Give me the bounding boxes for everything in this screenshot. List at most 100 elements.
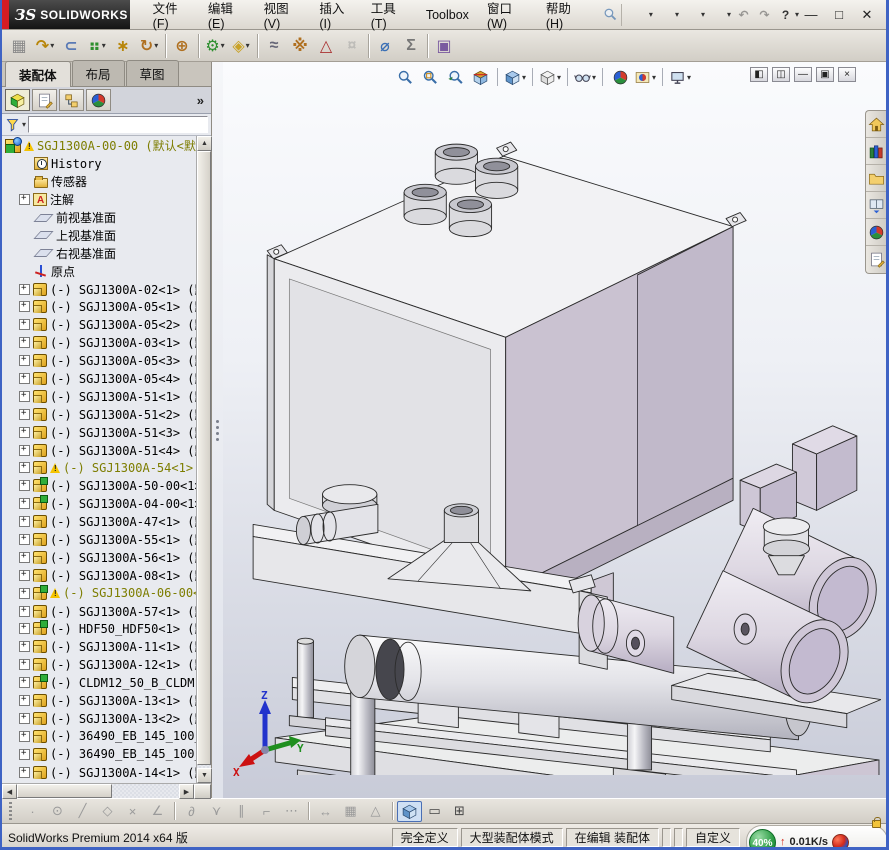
pane-left-button[interactable]: ◧ [750, 67, 768, 82]
filter-funnel-icon[interactable] [5, 117, 20, 132]
mate-button[interactable]: ⊂ [58, 33, 84, 59]
help-button[interactable]: ? ▾ [776, 6, 800, 24]
tree-item[interactable]: (-) SGJ1300A-05<2> (默认 [2, 316, 196, 334]
minimize-window-button[interactable]: — [800, 6, 822, 24]
tree-item[interactable]: (-) SGJ1300A-51<3> (默认 [2, 423, 196, 441]
close-window-button[interactable]: ✕ [856, 6, 878, 24]
linear-component-pattern-button[interactable]: ⠶ ▾ [84, 33, 110, 59]
tree-item[interactable]: (-) SGJ1300A-14<1> (默认 [2, 763, 196, 781]
expand-toggle[interactable] [19, 193, 30, 206]
zoom-to-fit-button[interactable] [393, 65, 417, 89]
hide-show-items-button[interactable]: ▾ [573, 65, 597, 89]
tree-item[interactable]: 传感器 [2, 173, 196, 191]
solidworks-resources-tab[interactable] [866, 111, 886, 138]
tree-item[interactable]: (-) 36490_EB_145_100__ [2, 745, 196, 763]
tree-item[interactable]: (-) SGJ1300A-51<2> (默认 [2, 405, 196, 423]
tree-item[interactable]: (-) SGJ1300A-04-00<1> ( [2, 495, 196, 513]
sketch-polygon-button[interactable]: ◇ [95, 801, 120, 822]
assembly-features-button[interactable]: ⚙ ▾ [202, 33, 228, 59]
expand-toggle[interactable] [19, 622, 30, 635]
view-orientation-button[interactable]: ▾ [503, 65, 527, 89]
file-explorer-tab[interactable] [866, 165, 886, 192]
featuremanager-tree-tab[interactable] [5, 89, 30, 111]
exploded-view-button[interactable]: ※ [287, 33, 313, 59]
hscroll-thumb[interactable] [17, 784, 112, 798]
tree-item[interactable]: 前视基准面 [2, 209, 196, 227]
system-monitor-overlay[interactable]: 40% ↑ 0.01K/s [746, 817, 886, 847]
expand-toggle[interactable] [19, 676, 30, 689]
tree-item[interactable]: 上视基准面 [2, 226, 196, 244]
scroll-left-arrow[interactable]: ◀ [2, 784, 17, 799]
tree-item[interactable]: 原点 [2, 262, 196, 280]
open-document-button[interactable]: ▾ [656, 6, 680, 24]
rotate-component-button[interactable]: ↻ ▾ [136, 33, 162, 59]
menu-item-6[interactable]: 窗口(W) [478, 0, 537, 35]
minimize-document-button[interactable]: — [794, 67, 812, 82]
display-style-button[interactable]: ▾ [538, 65, 562, 89]
menu-item-1[interactable]: 编辑(E) [199, 0, 255, 35]
tree-item[interactable]: 注解 [2, 191, 196, 209]
sketch-parallel-button[interactable]: ∥ [229, 801, 254, 822]
motion-study-button[interactable]: ≈ [261, 33, 287, 59]
dropdown-arrow-icon[interactable]: ▾ [522, 73, 526, 82]
menu-item-7[interactable]: 帮助(H) [537, 0, 593, 35]
tree-item[interactable]: (-) SGJ1300A-13<1> (默认 [2, 692, 196, 710]
tree-item[interactable]: (-) SGJ1300A-54<1> ( [2, 459, 196, 477]
tree-item[interactable]: SGJ1300A-00-00 (默认<默 [2, 137, 196, 155]
sketch-trim-button[interactable]: × [120, 801, 145, 822]
filter-dropdown-arrow[interactable]: ▾ [22, 120, 26, 129]
drawing-sheet-button[interactable]: ▭ [422, 801, 447, 822]
memory-ball[interactable]: 40% [749, 828, 776, 847]
dropdown-arrow-icon[interactable]: ▾ [592, 73, 596, 82]
new-document-button[interactable]: ▾ [630, 6, 654, 24]
expand-toggle[interactable] [19, 712, 30, 724]
dropdown-arrow-icon[interactable]: ▾ [221, 41, 225, 50]
section-view-button[interactable] [468, 65, 492, 89]
scroll-thumb[interactable] [197, 151, 211, 765]
redo-button[interactable]: ↷ [755, 6, 774, 24]
view-palette-tab[interactable] [866, 192, 886, 219]
dropdown-arrow-icon[interactable]: ▾ [675, 10, 679, 19]
insert-component-button[interactable]: ▦ [6, 33, 32, 59]
tree-item[interactable]: History [2, 155, 196, 173]
sketch-mirror-button[interactable]: ⋎ [204, 801, 229, 822]
open-part-button[interactable]: ↷ ▾ [32, 33, 58, 59]
tree-item[interactable]: (-) SGJ1300A-06-00<1 [2, 584, 196, 602]
tab-草图[interactable]: 草图 [125, 60, 179, 86]
expand-toggle[interactable] [19, 533, 30, 546]
tree-item[interactable]: (-) SGJ1300A-05<3> (默认 [2, 352, 196, 370]
smart-dimension-button[interactable]: ↔ [313, 801, 338, 822]
tree-item[interactable]: (-) SGJ1300A-05<1> (默认 [2, 298, 196, 316]
undo-button[interactable]: ↶ [734, 6, 753, 24]
tree-item[interactable]: (-) HDF50_HDF50<1> (默认 [2, 620, 196, 638]
dropdown-arrow-icon[interactable]: ▾ [154, 41, 158, 50]
reference-geometry-button[interactable]: ◈ ▾ [228, 33, 254, 59]
expand-toggle[interactable] [19, 605, 30, 617]
scroll-down-arrow[interactable]: ▼ [197, 768, 212, 783]
expand-toggle[interactable] [19, 461, 30, 474]
dropdown-arrow-icon[interactable]: ▾ [687, 73, 691, 82]
custom-properties-tab[interactable] [866, 246, 886, 273]
zoom-to-area-button[interactable] [418, 65, 442, 89]
sketch-line-button[interactable]: ╱ [70, 801, 95, 822]
menu-item-2[interactable]: 视图(V) [255, 0, 311, 35]
security-ball-icon[interactable] [832, 833, 850, 847]
tree-item[interactable]: (-) SGJ1300A-02<1> (默认 [2, 280, 196, 298]
view-settings-button[interactable]: ▾ [668, 65, 692, 89]
panel-chevron-icon[interactable]: » [197, 93, 208, 108]
previous-view-button[interactable] [443, 65, 467, 89]
dropdown-arrow-icon[interactable]: ▾ [246, 41, 250, 50]
design-library-tab[interactable] [866, 138, 886, 165]
expand-toggle[interactable] [19, 444, 30, 456]
tree-item[interactable]: (-) SGJ1300A-12<1> (默认 [2, 656, 196, 674]
dropdown-arrow-icon[interactable]: ▾ [795, 10, 799, 19]
expand-toggle[interactable] [19, 354, 30, 367]
sketch-construction-button[interactable]: ⋯ [279, 801, 304, 822]
expand-toggle[interactable] [19, 569, 30, 581]
add-relation-button[interactable]: △ [363, 801, 388, 822]
menu-item-4[interactable]: 工具(T) [362, 0, 417, 35]
tree-item[interactable]: (-) 36490_EB_145_100__ [2, 727, 196, 745]
maximize-window-button[interactable]: □ [828, 6, 850, 24]
menu-item-5[interactable]: Toolbox [417, 4, 478, 26]
expand-toggle[interactable] [19, 658, 30, 671]
